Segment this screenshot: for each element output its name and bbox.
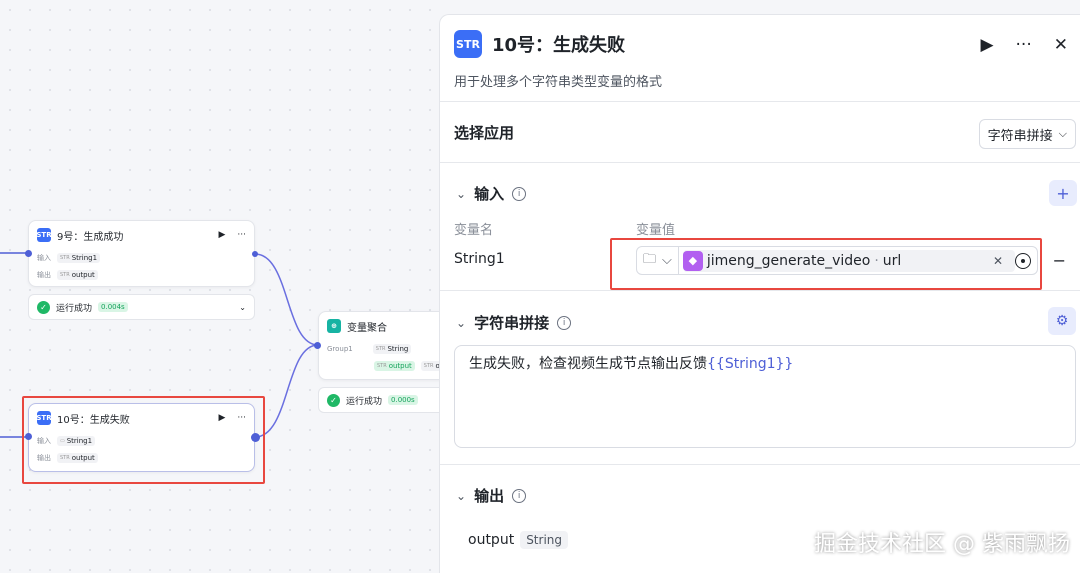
panel-description: 用于处理多个字符串类型变量的格式 — [454, 75, 663, 90]
aggregate-icon: ⊕ — [327, 319, 341, 333]
target-icon[interactable] — [1015, 252, 1031, 269]
plus-icon: + — [1056, 183, 1070, 203]
chevron-down-icon: ⌵ — [662, 253, 672, 268]
divider — [440, 464, 1080, 465]
template-editor[interactable]: 生成失败，检查视频生成节点输出反馈{{String1}} — [454, 345, 1076, 448]
aggregator-input-port[interactable] — [314, 342, 321, 349]
more-icon[interactable]: ··· — [237, 413, 246, 423]
variable-aggregator-node[interactable]: ⊕ 变量聚合 Group1STRString STRoutputSTRou — [318, 311, 440, 380]
group-type: String — [387, 344, 409, 353]
input-section-header[interactable]: ⌄ 输入 i — [456, 183, 527, 204]
output-row: output String — [468, 531, 568, 549]
reference-node: jimeng_generate_video — [706, 252, 871, 269]
section-title: 输出 — [474, 487, 505, 505]
output-label: 输出 — [37, 270, 51, 279]
check-icon: ✓ — [37, 300, 50, 314]
group-label: Group1 — [327, 344, 353, 353]
node-9-input-port[interactable] — [25, 250, 32, 257]
concat-settings-button[interactable]: ⚙ — [1048, 307, 1076, 335]
section-title: 输入 — [474, 185, 505, 203]
info-icon[interactable]: i — [557, 315, 572, 330]
run-time: 0.004s — [98, 302, 128, 312]
chevron-down-icon[interactable]: ⌄ — [239, 303, 246, 312]
input-var: String1 — [71, 253, 98, 262]
gear-icon: ⚙ — [1055, 313, 1069, 329]
column-header-name: 变量名 — [454, 223, 494, 238]
str-icon: STR — [36, 228, 52, 242]
clear-icon[interactable]: ✕ — [987, 254, 1009, 268]
node-10-output-port[interactable] — [251, 433, 260, 442]
info-icon[interactable]: i — [512, 488, 527, 503]
play-icon[interactable]: ▶ — [980, 35, 993, 55]
node-9-output-port[interactable] — [252, 251, 258, 257]
output-label: 输出 — [37, 453, 51, 462]
node-title: 10号：生成失败 — [57, 414, 130, 426]
source-type-select[interactable]: 🗀 ⌵ — [637, 247, 679, 274]
output-section-header[interactable]: ⌄ 输出 i — [456, 485, 527, 506]
node-title: 9号：生成成功 — [57, 231, 124, 243]
node-title: 变量聚合 — [347, 322, 387, 334]
output-var: output — [71, 453, 95, 462]
app-select[interactable]: 字符串拼接 ⌵ — [978, 119, 1076, 149]
output-var: output — [388, 361, 412, 370]
divider — [440, 290, 1080, 291]
section-title: 字符串拼接 — [474, 314, 550, 332]
template-text: 生成失败，检查视频生成节点输出反馈 — [469, 356, 707, 372]
run-status-text: 运行成功 — [346, 396, 383, 407]
node-9-run-status[interactable]: ✓ 运行成功 0.004s ⌄ — [28, 294, 255, 320]
panel-title[interactable]: 10号：生成失败 — [492, 31, 625, 57]
remove-variable-button[interactable]: − — [1053, 251, 1066, 270]
chevron-down-icon[interactable]: ⌄ — [456, 187, 466, 201]
node-config-panel: STR 10号：生成失败 ▶ ··· ✕ 用于处理多个字符串类型变量的格式 选择… — [439, 14, 1080, 573]
divider — [440, 101, 1080, 102]
play-icon[interactable]: ▶ — [218, 413, 225, 423]
chevron-down-icon[interactable]: ⌄ — [456, 316, 466, 330]
folder-icon: 🗀 — [643, 251, 657, 267]
input-label: 输入 — [37, 436, 51, 445]
node-cube-icon: ◆ — [682, 250, 703, 271]
node-10-input-port[interactable] — [25, 433, 32, 440]
run-status-text: 运行成功 — [56, 303, 93, 314]
watermark: 掘金技术社区 @ 紫雨飘扬 — [814, 532, 1070, 557]
reference-separator: · — [874, 252, 879, 269]
add-input-button[interactable]: + — [1049, 180, 1077, 206]
more-icon[interactable]: ··· — [237, 230, 246, 240]
run-time: 0.000s — [388, 395, 418, 405]
app-select-label: 选择应用 — [454, 122, 514, 143]
output-name: output — [468, 532, 515, 548]
app-value: 字符串拼接 — [987, 128, 1053, 144]
output-var: output — [71, 270, 95, 279]
concat-section-header[interactable]: ⌄ 字符串拼接 i — [456, 312, 572, 333]
chevron-down-icon[interactable]: ⌄ — [456, 489, 466, 503]
play-icon[interactable]: ▶ — [218, 230, 225, 240]
node-10[interactable]: STR 10号：生成失败 ▶ ··· 输入 ▭ String1 输出 STR outpu… — [28, 403, 255, 472]
input-label: 输入 — [37, 253, 51, 262]
variable-name[interactable]: String1 — [454, 251, 505, 267]
str-icon: STR — [454, 30, 482, 58]
input-var: String1 — [66, 436, 93, 445]
chevron-down-icon: ⌵ — [1058, 127, 1067, 140]
app-label: 选择应用 — [454, 124, 515, 142]
check-icon: ✓ — [327, 393, 340, 407]
reference-chip[interactable]: ◆ jimeng_generate_video · url ✕ — [682, 249, 1015, 272]
aggregator-run-status[interactable]: ✓ 运行成功 0.000s — [318, 387, 440, 413]
column-header-value: 变量值 — [636, 223, 676, 238]
variable-reference-field[interactable]: 🗀 ⌵ ◆ jimeng_generate_video · url ✕ — [636, 246, 1038, 275]
close-icon[interactable]: ✕ — [1054, 35, 1068, 55]
divider — [440, 162, 1080, 163]
str-icon: STR — [36, 411, 52, 425]
workflow-canvas[interactable]: STR 9号：生成成功 ▶ ··· 输入 STR String1 输出 STR outp… — [0, 0, 440, 573]
output-type-badge: String — [520, 531, 568, 549]
info-icon[interactable]: i — [512, 186, 527, 201]
more-icon[interactable]: ··· — [1016, 35, 1032, 55]
template-variable: {{String1}} — [707, 356, 794, 372]
node-9[interactable]: STR 9号：生成成功 ▶ ··· 输入 STR String1 输出 STR outp… — [28, 220, 255, 287]
reference-field: url — [882, 252, 902, 269]
